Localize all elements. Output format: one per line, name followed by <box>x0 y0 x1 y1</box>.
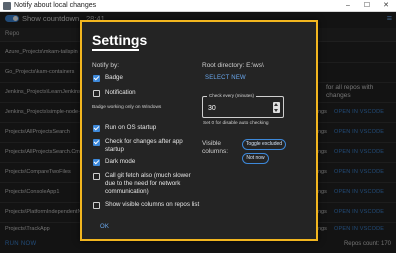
check-every-value: 30 <box>208 105 216 112</box>
check-every-note: Set 0 for disable auto checking <box>203 121 269 126</box>
app-icon <box>3 2 11 10</box>
check-every-field[interactable]: Check every (minutes) 30 <box>202 93 284 118</box>
notify-by-label: Notify by: <box>92 62 120 69</box>
visible-columns-label: Visible <box>202 140 222 147</box>
dark-mode-checkbox[interactable] <box>93 159 100 166</box>
not-now-button[interactable]: Not now <box>242 153 269 164</box>
git-fetch-label-line3: communication) <box>105 188 149 195</box>
check-every-label: Check every (minutes) <box>207 93 257 98</box>
run-on-startup-label: Run on OS startup <box>105 124 157 131</box>
badge-checkbox[interactable] <box>93 75 100 82</box>
visible-columns-label-line2: columns: <box>202 148 229 155</box>
ok-button[interactable]: OK <box>100 224 109 230</box>
check-after-startup-label: Check for changes after app <box>105 138 183 145</box>
window-titlebar: Notify about local changes – ☐ ✕ <box>0 0 396 12</box>
check-after-startup-checkbox[interactable] <box>93 139 100 146</box>
notification-label: Notification <box>105 89 136 96</box>
toggle-excluded-button[interactable]: Toggle excluded <box>242 139 286 150</box>
close-button[interactable]: ✕ <box>378 0 394 12</box>
spinner-icon[interactable] <box>273 102 280 113</box>
notification-checkbox[interactable] <box>93 90 100 97</box>
badge-label: Badge <box>105 74 123 81</box>
select-new-button[interactable]: SELECT NEW <box>205 75 246 81</box>
minimize-button[interactable]: – <box>340 0 356 12</box>
app-content: Show countdown 28:41 ≡ Repo Azure_Projec… <box>0 12 396 253</box>
settings-title: Settings <box>92 32 148 48</box>
root-directory-label: Root directory: E:\ws\ <box>202 62 264 69</box>
show-visible-columns-checkbox[interactable] <box>93 202 100 209</box>
title-underline <box>92 49 139 51</box>
check-after-startup-label-line2: startup <box>105 146 124 153</box>
git-fetch-label-line2: due to the need for network <box>105 180 181 187</box>
run-on-startup-checkbox[interactable] <box>93 125 100 132</box>
badge-note: Badge working only on Windows <box>92 105 162 110</box>
settings-dialog: Settings Notify by: Badge Notification B… <box>80 20 318 241</box>
show-visible-columns-label: Show visible columns on repos list <box>105 201 200 208</box>
git-fetch-checkbox[interactable] <box>93 173 100 180</box>
git-fetch-label: Call git fetch also (much slower <box>105 172 191 179</box>
maximize-button[interactable]: ☐ <box>359 0 375 12</box>
window-title: Notify about local changes <box>14 2 97 9</box>
dark-mode-label: Dark mode <box>105 158 136 165</box>
